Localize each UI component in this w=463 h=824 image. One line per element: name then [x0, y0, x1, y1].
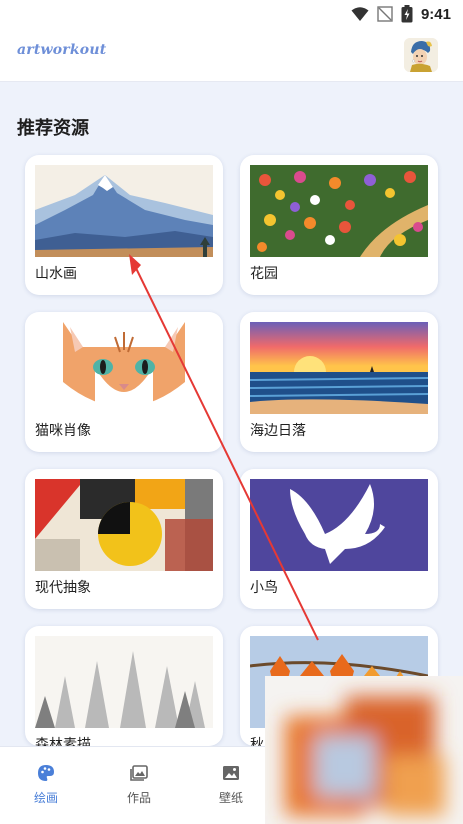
- flower-garden-image: [250, 165, 428, 257]
- nav-item-works[interactable]: 作品: [109, 763, 169, 809]
- card-label: 小鸟: [250, 580, 278, 596]
- card-bird[interactable]: 小鸟: [240, 469, 438, 609]
- nav-label-draw: 绘画: [33, 791, 58, 805]
- card-cat-portrait[interactable]: 猫咪肖像: [25, 312, 223, 452]
- card-modern-abstract[interactable]: 现代抽象: [25, 469, 223, 609]
- card-label: 森林素描: [35, 737, 91, 746]
- cat-portrait-image: [35, 322, 213, 414]
- card-label: 山水画: [35, 266, 77, 282]
- nav-item-draw[interactable]: 绘画: [16, 763, 76, 809]
- nav-item-wallpaper[interactable]: 壁纸: [201, 763, 261, 809]
- palette-icon: [38, 765, 54, 781]
- card-forest-sketch[interactable]: 森林素描: [25, 626, 223, 746]
- nav-label-wallpaper: 壁纸: [218, 791, 243, 805]
- forest-sketch-image: [35, 636, 213, 728]
- card-label: 海边日落: [250, 423, 306, 439]
- blurred-preview-overlay: [265, 676, 463, 824]
- gallery-icon: [130, 765, 148, 781]
- nav-label-works: 作品: [126, 791, 151, 805]
- mountain-landscape-image: [35, 165, 213, 257]
- card-label: 秋: [250, 737, 264, 746]
- card-flower-garden[interactable]: 花园: [240, 155, 438, 295]
- card-label: 猫咪肖像: [35, 423, 91, 439]
- card-mountain-landscape[interactable]: 山水画: [25, 155, 223, 295]
- bird-image: [250, 479, 428, 571]
- card-label: 花园: [250, 266, 278, 282]
- card-label: 现代抽象: [35, 580, 91, 596]
- card-seaside-sunset[interactable]: 海边日落: [240, 312, 438, 452]
- seaside-sunset-image: [250, 322, 428, 414]
- image-icon: [223, 766, 239, 780]
- modern-abstract-image: [35, 479, 213, 571]
